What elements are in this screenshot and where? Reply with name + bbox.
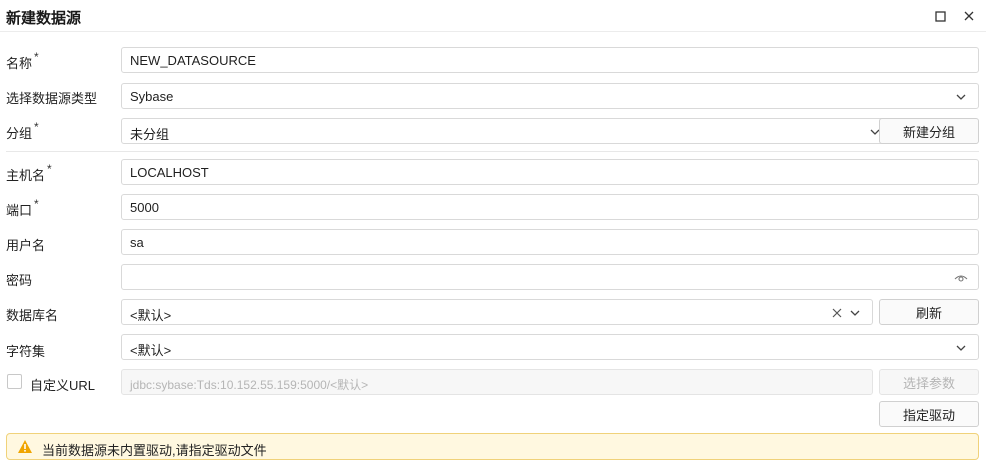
maximize-button[interactable]: [930, 6, 950, 26]
dialog-title: 新建数据源: [6, 10, 82, 27]
required-mark: *: [47, 162, 52, 176]
database-label: 数据库名: [6, 308, 59, 323]
charset-label: 字符集: [6, 344, 46, 359]
name-label: 名称 *: [6, 50, 39, 71]
warning-text: 当前数据源未内置驱动,请指定驱动文件: [42, 443, 267, 458]
select-params-button: 选择参数: [879, 369, 979, 395]
username-input[interactable]: sa: [121, 229, 979, 255]
maximize-icon: [934, 10, 946, 22]
new-group-button[interactable]: 新建分组: [879, 118, 979, 144]
required-mark: *: [34, 50, 39, 64]
database-value: <默认>: [130, 308, 172, 323]
charset-select[interactable]: <默认>: [121, 334, 979, 360]
host-label: 主机名 *: [6, 162, 52, 183]
type-value: Sybase: [130, 89, 174, 104]
chevron-down-icon: [956, 345, 966, 351]
password-label: 密码: [6, 273, 33, 288]
name-value: NEW_DATASOURCE: [130, 53, 256, 68]
host-input[interactable]: LOCALHOST: [121, 159, 979, 185]
close-button[interactable]: [959, 6, 979, 26]
chevron-down-icon: [956, 94, 966, 100]
custom-url-checkbox[interactable]: [7, 374, 22, 389]
host-value: LOCALHOST: [130, 165, 209, 180]
password-input[interactable]: [121, 264, 979, 290]
custom-url-input: jdbc:sybase:Tds:10.152.55.159:5000/<默认>: [121, 369, 873, 395]
port-input[interactable]: 5000: [121, 194, 979, 220]
eye-icon[interactable]: [954, 272, 968, 284]
divider: [6, 151, 979, 152]
username-label: 用户名: [6, 238, 46, 253]
refresh-button[interactable]: 刷新: [879, 299, 979, 325]
username-value: sa: [130, 235, 144, 250]
chevron-down-icon: [850, 310, 860, 316]
warning-banner: 当前数据源未内置驱动,请指定驱动文件: [6, 433, 979, 460]
name-input[interactable]: NEW_DATASOURCE: [121, 47, 979, 73]
group-select[interactable]: 未分组: [121, 118, 893, 144]
required-mark: *: [34, 197, 39, 211]
port-label: 端口 *: [6, 197, 39, 218]
type-select[interactable]: Sybase: [121, 83, 979, 109]
port-value: 5000: [130, 200, 159, 215]
database-select[interactable]: <默认>: [121, 299, 873, 325]
custom-url-value: jdbc:sybase:Tds:10.152.55.159:5000/<默认>: [130, 378, 369, 392]
specify-driver-button[interactable]: 指定驱动: [879, 401, 979, 427]
group-value: 未分组: [130, 127, 170, 142]
close-icon: [964, 11, 974, 21]
clear-icon[interactable]: [831, 307, 843, 319]
charset-value: <默认>: [130, 343, 172, 358]
group-label: 分组 *: [6, 120, 39, 141]
warning-icon: [18, 440, 32, 453]
required-mark: *: [34, 120, 39, 134]
type-label: 选择数据源类型: [6, 91, 98, 106]
dialog-titlebar: 新建数据源: [0, 0, 986, 32]
custom-url-label: 自定义URL: [30, 378, 96, 393]
